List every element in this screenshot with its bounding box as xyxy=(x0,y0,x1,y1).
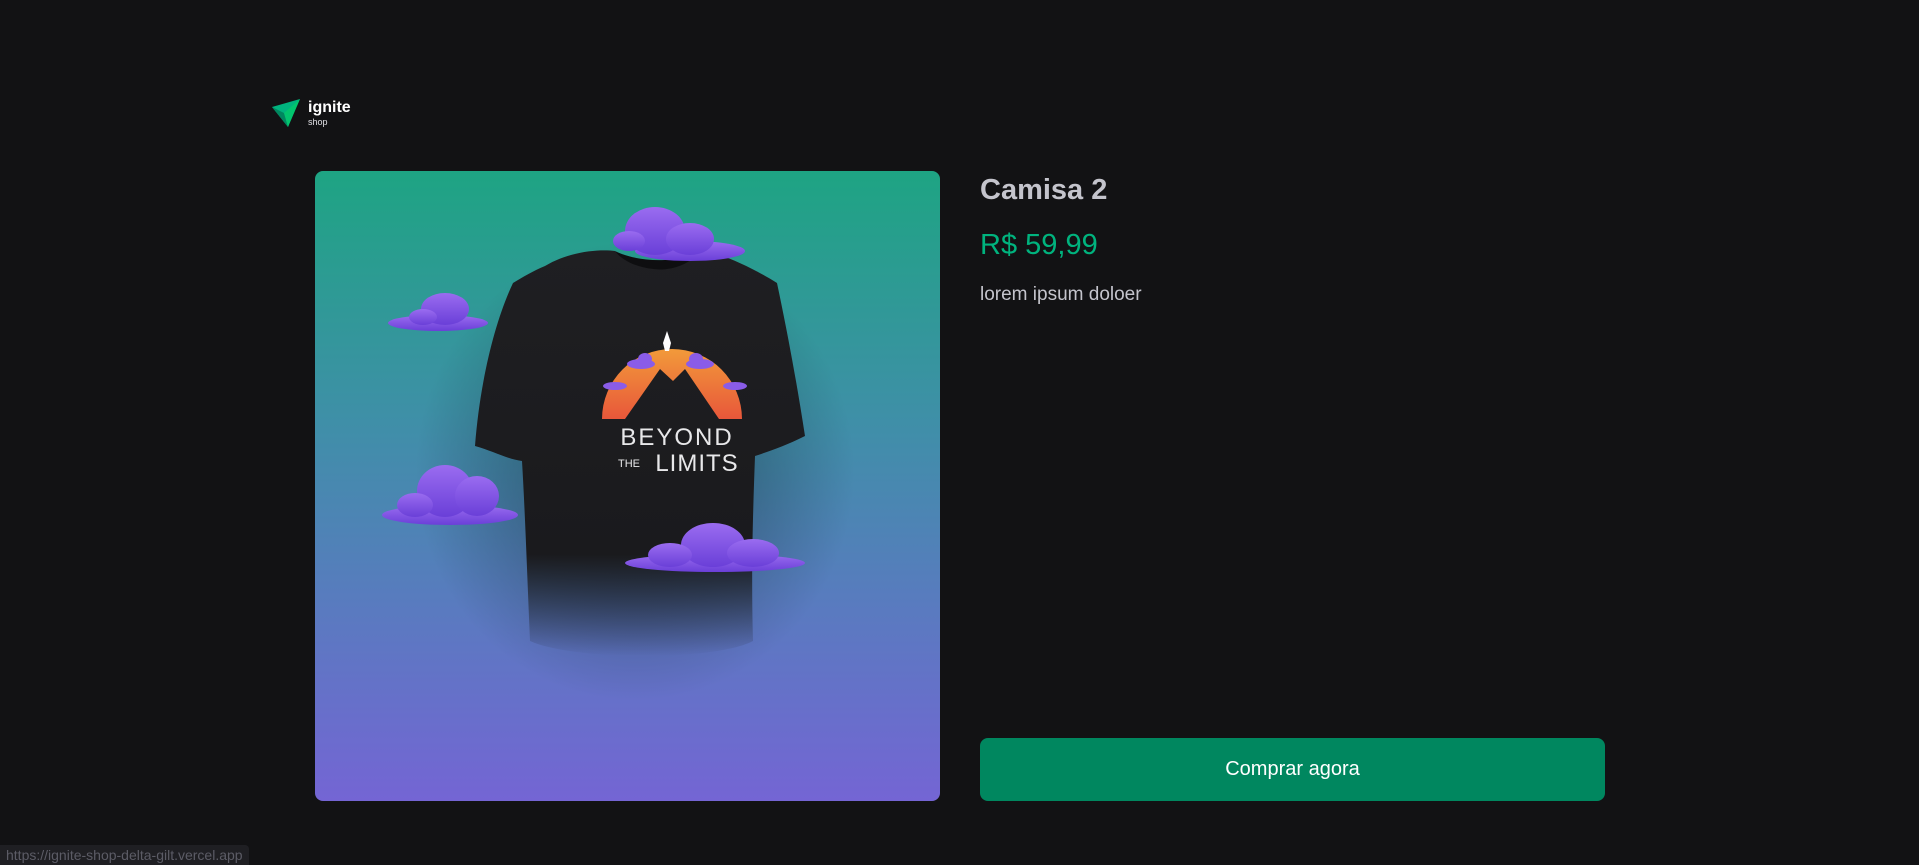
product-image-container: BEYOND THE LIMITS xyxy=(315,171,940,801)
shirt-print-line2: THE xyxy=(618,458,640,470)
product-price: R$ 59,99 xyxy=(980,228,1098,261)
logo-name: ignite xyxy=(308,98,351,116)
product-description: lorem ipsum doloer xyxy=(980,283,1142,305)
buy-now-button[interactable]: Comprar agora xyxy=(980,738,1605,801)
shirt-print-line1: BEYOND xyxy=(620,424,733,451)
cloud-left-upper xyxy=(388,293,488,331)
product-title: Camisa 2 xyxy=(980,174,1108,206)
header: ignite shop xyxy=(270,97,351,129)
product-details: Camisa 2 R$ 59,99 lorem ipsum doloer Com… xyxy=(980,171,1605,801)
shirt-print-line3: LIMITS xyxy=(655,450,738,477)
status-bar-url: https://ignite-shop-delta-gilt.vercel.ap… xyxy=(0,845,249,865)
ignite-logo-icon[interactable] xyxy=(270,97,302,129)
logo-text[interactable]: ignite shop xyxy=(308,98,351,127)
tshirt-product-image: BEYOND THE LIMITS xyxy=(382,207,855,701)
logo-subtitle: shop xyxy=(308,116,328,127)
